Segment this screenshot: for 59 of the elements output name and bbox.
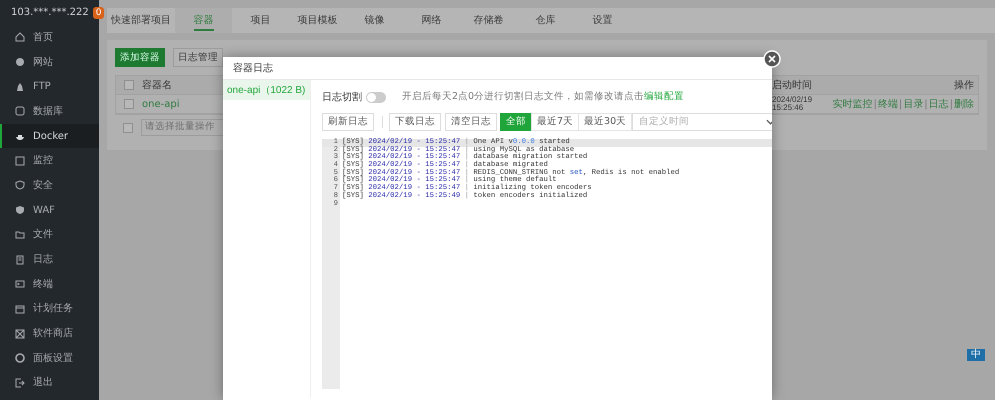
toolbar-button[interactable]: 添加容器 [115,48,165,67]
document-icon [15,254,25,265]
home-icon [15,32,25,42]
sidebar-item[interactable]: 首页 [0,25,99,50]
placeholder-text: 自定义时间 [639,116,690,128]
ime-indicator[interactable]: 中 [967,349,985,361]
tab[interactable]: 镜像 [346,8,403,33]
tab[interactable]: 设置 [574,8,631,33]
log-button[interactable]: 下载日志 [389,113,441,131]
tab[interactable]: 项目模板 [289,8,346,33]
sidebar-item[interactable]: WAF [0,198,99,222]
tab[interactable]: 网络 [403,8,460,33]
sidebar-item[interactable]: 文件 [0,222,99,248]
toolbar-button[interactable]: 日志管理 [173,48,223,67]
checkbox[interactable] [123,122,133,132]
notice-text: 开启后每天2点0分进行切割日志文件，如需修改请点击编辑配置 [402,90,684,104]
log-button[interactable]: 刷新日志 [322,113,374,131]
tab[interactable]: 项目 [232,8,289,33]
range-tab[interactable]: 最近7天 [531,113,580,131]
calendar-icon [15,304,25,314]
terminal-icon [15,279,25,290]
separator: | [898,98,902,112]
checkbox[interactable] [124,99,134,109]
notification-badge: 0 [92,6,104,18]
close-icon[interactable] [763,50,781,68]
logout-icon [15,378,25,388]
separator: | [924,98,928,112]
sidebar-item[interactable]: FTP [0,74,99,100]
column-header: 操作 [953,78,974,92]
sidebar-item[interactable]: 退出 [0,370,99,396]
folder-icon [15,230,25,240]
sidebar-item[interactable]: 软件商店 [0,321,99,346]
separator: | [874,98,877,112]
sidebar-item[interactable]: 面板设置 [0,346,99,371]
range-tab[interactable]: 全部 [500,113,532,131]
sidebar-item[interactable]: 终端 [0,272,99,297]
sidebar-item[interactable]: 网站 [0,50,99,74]
toggle-label: 日志切割 [322,90,362,105]
checkbox[interactable] [124,80,134,90]
log-button[interactable]: 清空日志 [445,113,497,131]
range-tab[interactable]: 最近30天 [578,113,632,131]
sidebar-item[interactable]: 数据库 [0,99,99,124]
edit-config-link[interactable]: 编辑配置 [644,91,684,102]
shield-icon [15,205,25,216]
table-cell-text: 2024/02/19 15:25:46 [772,96,814,112]
server-address: 103.***.***.222 [11,6,89,20]
separator: | [950,98,953,112]
tab[interactable]: 存储卷 [460,8,517,33]
sidebar-item[interactable]: 日志 [0,247,99,272]
column-header: 启动时间 [772,78,813,92]
sidebar-item[interactable]: 安全 [0,173,99,198]
container-list-item[interactable]: one-api（1022 B) [223,80,310,100]
tab[interactable]: 仓库 [517,8,574,33]
toggle-switch[interactable] [366,92,386,103]
shield-icon [15,180,25,190]
tab[interactable]: 快速部署项目 [107,8,175,33]
sidebar-item[interactable]: 计划任务 [0,296,99,322]
sidebar-item[interactable]: 监控 [0,148,99,174]
sidebar-item[interactable]: Docker [0,124,99,148]
